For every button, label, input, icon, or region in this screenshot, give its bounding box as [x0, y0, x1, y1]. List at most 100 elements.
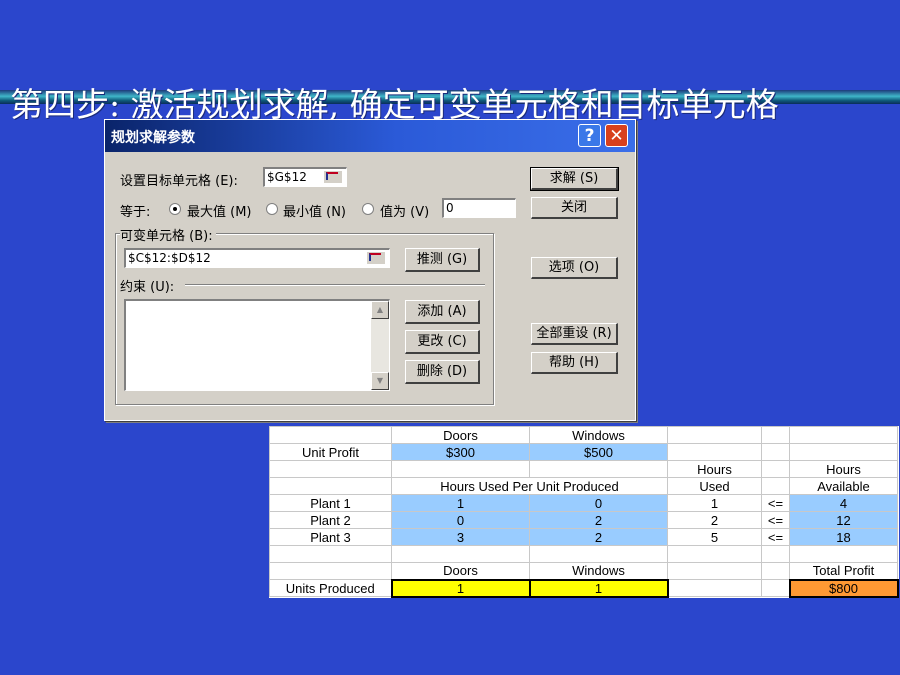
plant-operator[interactable]: <= [761, 528, 790, 546]
collapse-dialog-icon[interactable] [324, 171, 342, 183]
table-row: Unit Profit $300 $500 [269, 443, 898, 461]
sheet-cell[interactable] [761, 545, 790, 563]
delete-button[interactable]: 删除 (D) [405, 360, 480, 384]
table-row: Units Produced 1 1 $800 [269, 578, 899, 598]
plant-name[interactable]: Plant 2 [269, 511, 392, 529]
table-row: Plant 3 3 2 5 <= 18 [269, 528, 898, 546]
plant-doors-hours[interactable]: 0 [391, 511, 530, 529]
plant-hours-used[interactable]: 1 [667, 494, 762, 512]
output-header-windows[interactable]: Windows [529, 562, 668, 580]
table-row: Hours Used Per Unit Produced Used Availa… [269, 477, 898, 495]
plant-name[interactable]: Plant 1 [269, 494, 392, 512]
change-button[interactable]: 更改 (C) [405, 330, 480, 354]
sheet-cell[interactable] [269, 562, 392, 580]
dialog-titlebar: 规划求解参数 ? ✕ [105, 120, 635, 152]
plant-doors-hours[interactable]: 3 [391, 528, 530, 546]
total-profit-value[interactable]: $800 [788, 578, 899, 598]
radio-value-label: 值为 (V) [380, 205, 430, 220]
plant-doors-hours[interactable]: 1 [391, 494, 530, 512]
plant-hours-used[interactable]: 5 [667, 528, 762, 546]
sheet-cell[interactable] [667, 545, 762, 563]
sheet-cell[interactable] [269, 545, 392, 563]
changing-cells-value: $C$12:$D$12 [128, 251, 211, 265]
sheet-cell[interactable] [269, 426, 392, 444]
plant-windows-hours[interactable]: 2 [529, 511, 668, 529]
collapse-changing-icon[interactable] [367, 252, 385, 264]
sheet-cell[interactable] [789, 443, 898, 461]
unit-profit-windows[interactable]: $500 [529, 443, 668, 461]
constraints-list[interactable]: ▲ ▼ [124, 299, 390, 391]
sheet-cell[interactable] [761, 562, 790, 580]
plant-hours-available[interactable]: 18 [789, 528, 898, 546]
close-icon[interactable]: ✕ [605, 124, 628, 147]
header-windows[interactable]: Windows [529, 426, 668, 444]
changing-cells-label: 可变单元格 (B): [120, 225, 216, 244]
reset-all-button[interactable]: 全部重设 (R) [531, 323, 618, 345]
plant-operator[interactable]: <= [761, 494, 790, 512]
plant-hours-available[interactable]: 4 [789, 494, 898, 512]
units-produced-windows[interactable]: 1 [528, 578, 669, 598]
radio-max[interactable] [169, 203, 181, 215]
sheet-cell[interactable] [667, 562, 762, 580]
sheet-cell[interactable] [761, 579, 790, 597]
sheet-cell[interactable] [667, 426, 762, 444]
sheet-cell[interactable] [667, 579, 762, 597]
plant-hours-used[interactable]: 2 [667, 511, 762, 529]
plant-operator[interactable]: <= [761, 511, 790, 529]
sheet-cell[interactable] [789, 545, 898, 563]
sheet-cell[interactable] [269, 460, 392, 478]
target-cell-value: $G$12 [267, 170, 307, 184]
sheet-cell[interactable] [761, 443, 790, 461]
solve-button[interactable]: 求解 (S) [530, 167, 619, 191]
sheet-cell[interactable] [761, 477, 790, 495]
sheet-cell[interactable] [761, 460, 790, 478]
plant-name[interactable]: Plant 3 [269, 528, 392, 546]
hours-available-header-2[interactable]: Available [789, 477, 898, 495]
changing-cells-input[interactable]: $C$12:$D$12 [124, 248, 390, 268]
unit-profit-doors[interactable]: $300 [391, 443, 530, 461]
sheet-cell[interactable] [529, 545, 668, 563]
sheet-cell[interactable] [391, 460, 530, 478]
table-row: Plant 2 0 2 2 <= 12 [269, 511, 898, 529]
help-icon[interactable]: ? [578, 124, 601, 147]
sheet-cell[interactable] [789, 426, 898, 444]
equal-to-label: 等于: [120, 205, 151, 220]
help-button[interactable]: 帮助 (H) [531, 352, 618, 374]
header-doors[interactable]: Doors [391, 426, 530, 444]
value-input[interactable]: 0 [442, 198, 516, 218]
sheet-cell[interactable] [391, 545, 530, 563]
guess-button[interactable]: 推测 (G) [405, 248, 480, 272]
hours-available-header-1[interactable]: Hours [789, 460, 898, 478]
hours-used-header-1[interactable]: Hours [667, 460, 762, 478]
radio-min[interactable] [266, 203, 278, 215]
dialog-title: 规划求解参数 [111, 130, 195, 146]
hours-used-header-2[interactable]: Used [667, 477, 762, 495]
total-profit-header[interactable]: Total Profit [789, 562, 898, 580]
scroll-up-icon[interactable]: ▲ [371, 301, 389, 319]
radio-value[interactable] [362, 203, 374, 215]
hours-per-unit-header[interactable]: Hours Used Per Unit Produced [391, 477, 668, 495]
add-button[interactable]: 添加 (A) [405, 300, 480, 324]
close-dialog-button[interactable]: 关闭 [531, 197, 618, 219]
solver-parameters-dialog: 规划求解参数 ? ✕ 设置目标单元格 (E): $G$12 等于: 最大值 (M… [104, 119, 636, 421]
output-header-doors[interactable]: Doors [391, 562, 530, 580]
scroll-down-icon[interactable]: ▼ [371, 372, 389, 390]
plant-hours-available[interactable]: 12 [789, 511, 898, 529]
table-row [269, 545, 898, 563]
sheet-cell[interactable] [667, 443, 762, 461]
unit-profit-label[interactable]: Unit Profit [269, 443, 392, 461]
sheet-cell[interactable] [529, 460, 668, 478]
units-produced-label[interactable]: Units Produced [269, 579, 392, 597]
plant-windows-hours[interactable]: 0 [529, 494, 668, 512]
table-row: Hours Hours [269, 460, 898, 478]
plant-windows-hours[interactable]: 2 [529, 528, 668, 546]
constraints-scrollbar[interactable]: ▲ ▼ [371, 301, 389, 390]
target-cell-label: 设置目标单元格 (E): [120, 174, 238, 189]
sheet-cell[interactable] [761, 426, 790, 444]
sheet-cell[interactable] [269, 477, 392, 495]
table-row: Doors Windows [269, 426, 898, 444]
units-produced-doors[interactable]: 1 [390, 578, 531, 598]
table-row: Plant 1 1 0 1 <= 4 [269, 494, 898, 512]
table-row: Doors Windows Total Profit [269, 562, 898, 580]
options-button[interactable]: 选项 (O) [531, 257, 618, 279]
